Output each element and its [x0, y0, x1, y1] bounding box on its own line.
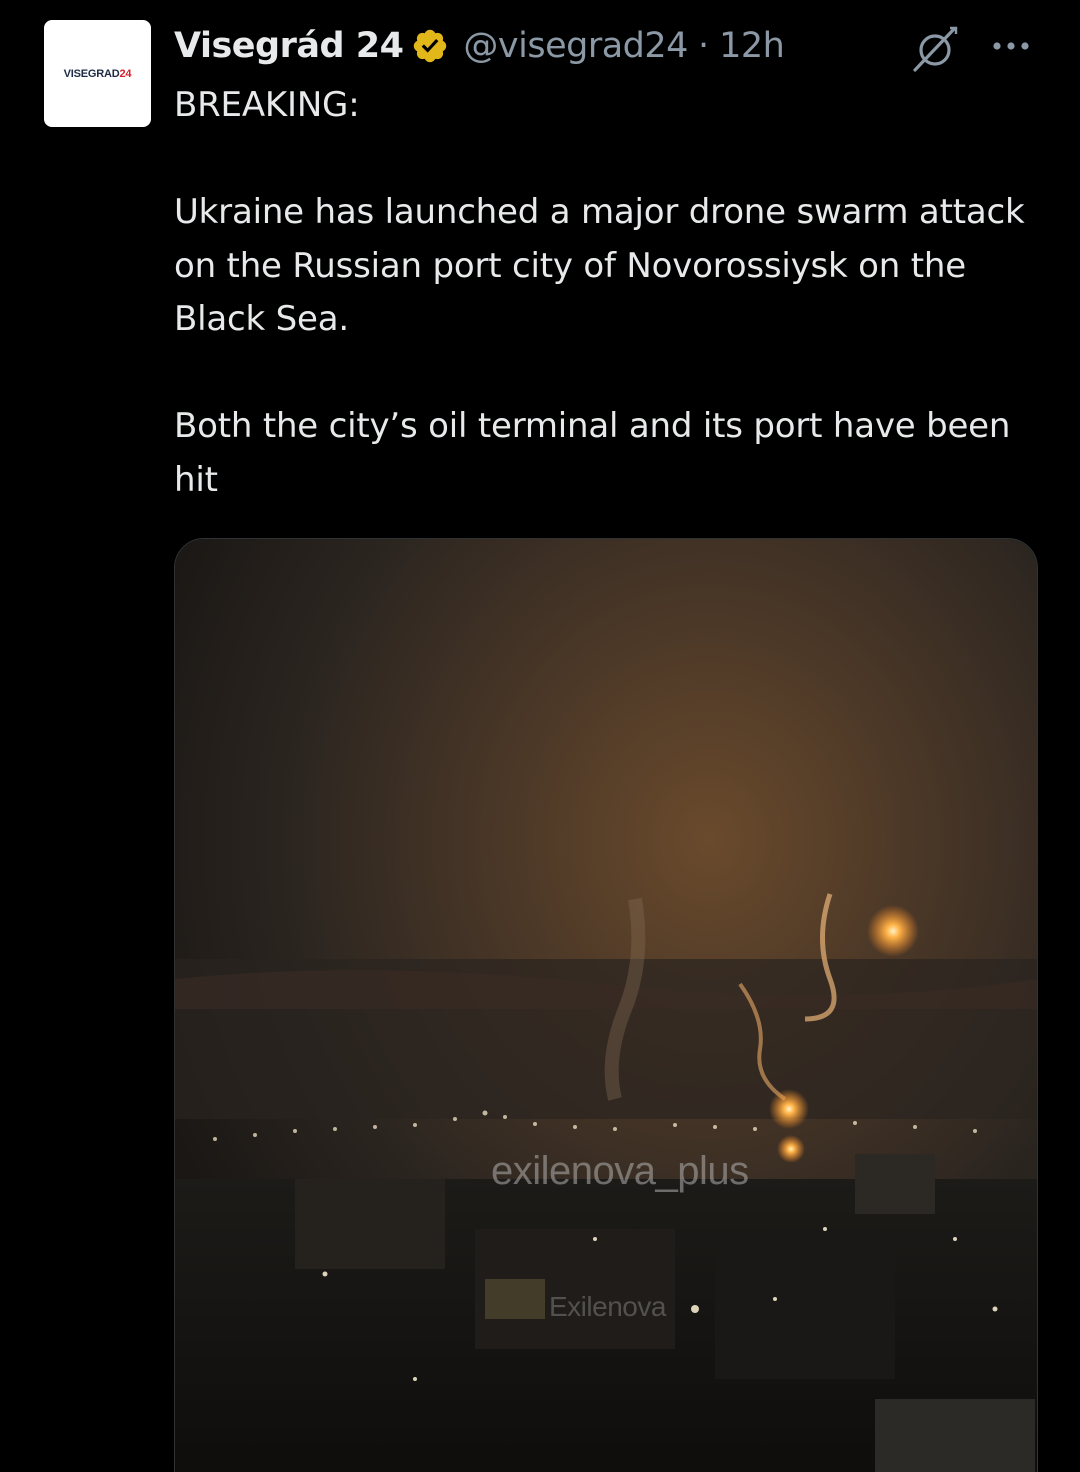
- tweet-header: Visegrád 24 @visegrad24 · 12h: [174, 22, 785, 70]
- tweet-paragraph-attack: Ukraine has launched a major drone swarm…: [174, 192, 1025, 339]
- more-icon[interactable]: [992, 36, 1032, 56]
- display-name[interactable]: Visegrád 24: [174, 26, 404, 66]
- tweet-paragraph-hit: Both the city’s oil terminal and its por…: [174, 406, 1011, 500]
- avatar-logo-accent: 24: [119, 67, 132, 80]
- tweet-text: BREAKING: Ukraine has launched a major d…: [174, 79, 1054, 507]
- timestamp[interactable]: 12h: [719, 26, 785, 66]
- verified-badge-icon[interactable]: [411, 27, 449, 65]
- video-watermark-secondary: Exilenova: [549, 1291, 666, 1322]
- separator-dot: ·: [697, 26, 710, 66]
- avatar-logo-text: VISEGRAD: [63, 67, 120, 80]
- tweet-line-breaking: BREAKING:: [174, 85, 360, 125]
- avatar-logo: VISEGRAD24: [64, 68, 132, 80]
- night-explosion-image: [175, 539, 1037, 1472]
- avatar[interactable]: VISEGRAD24: [44, 20, 151, 127]
- grok-icon[interactable]: [910, 24, 960, 74]
- tweet-media-video[interactable]: exilenova_plus Exilenova: [174, 538, 1038, 1472]
- video-watermark-primary: exilenova_plus: [491, 1149, 749, 1193]
- handle[interactable]: @visegrad24: [463, 26, 688, 66]
